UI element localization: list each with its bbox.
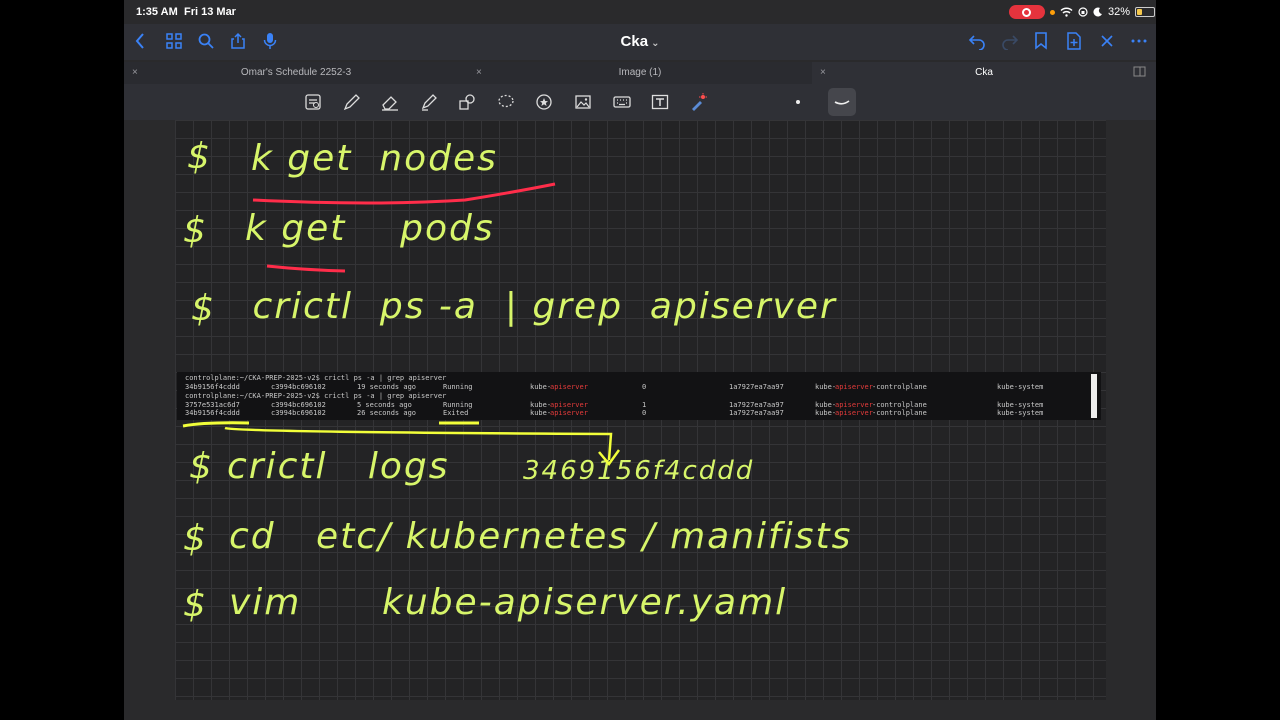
moon-icon [1093,7,1102,17]
tab-label: Cka [975,67,993,78]
dot-size-icon[interactable] [786,91,810,113]
tab-label: Omar's Schedule 2252-3 [240,67,352,78]
terminal-scrollbar [1091,374,1097,418]
keyboard-icon[interactable] [610,91,634,113]
red-underline-nodes [252,182,556,205]
status-bar: 1:35 AM Fri 13 Mar 32% [0,0,1280,24]
handwriting-line-3: crictl ps -a | grep apiserver [239,286,837,327]
handwriting-line-1-prompt: $ [187,136,212,177]
battery-icon [1135,7,1155,17]
navigation-bar: Cka ⌄ [124,24,1156,60]
bookmark-icon[interactable] [1034,32,1048,55]
stroke-style-icon[interactable] [830,91,854,113]
tab-omars-schedule[interactable]: × Omar's Schedule 2252-3 [124,62,468,84]
eraser-icon[interactable] [378,91,402,113]
tab-image-1[interactable]: × Image (1) [468,62,812,84]
sticker-icon[interactable] [532,91,556,113]
handwriting-line-5-prompt: $ [183,518,208,559]
status-time: 1:35 AM [136,6,178,18]
note-page[interactable]: $ k get nodes $ k get pods $ crictl ps -… [175,120,1106,700]
document-title-text: Cka [620,33,649,50]
lasso-icon[interactable] [494,91,518,113]
mic-indicator-icon [1049,9,1055,15]
chevron-down-icon: ⌄ [651,38,660,49]
text-box-icon[interactable] [648,91,672,113]
handwriting-line-4-prompt: $ [189,446,214,487]
redo-icon[interactable] [1001,32,1019,55]
handwriting-line-5: cd etc/ kubernetes / manifists [229,516,853,557]
yellow-underline-id [182,421,250,428]
close-icon[interactable] [1100,32,1114,55]
terminal-row: 34b9156f4cddd c3994bc696102 26 seconds a… [185,409,1044,417]
undo-icon[interactable] [968,32,986,55]
red-underline-get [266,264,346,273]
handwriting-container-id: 3469156f4cddd [523,456,755,486]
image-icon[interactable] [571,91,595,113]
add-page-icon[interactable] [1066,32,1082,55]
terminal-command-1: controlplane:~/CKA-PREP-2025-v2$ crictl … [185,374,447,382]
battery-percent: 32% [1107,6,1130,18]
handwriting-line-6-prompt: $ [183,584,208,625]
note-canvas[interactable]: $ k get nodes $ k get pods $ crictl ps -… [124,120,1156,720]
highlighter-icon[interactable] [417,91,441,113]
shapes-icon[interactable] [455,91,479,113]
handwriting-line-6: vim kube-apiserver.yaml [229,582,788,623]
scan-text-icon[interactable] [301,91,325,113]
split-view-icon[interactable] [1133,66,1146,80]
status-date: Fri 13 Mar [184,6,236,18]
terminal-row: 34b9156f4cddd c3994bc696102 19 seconds a… [185,383,1044,391]
handwriting-line-2-prompt: $ [183,210,208,251]
terminal-screenshot: controlplane:~/CKA-PREP-2025-v2$ crictl … [177,372,1101,420]
wifi-icon [1060,7,1073,17]
drawing-toolbar [124,84,1156,120]
screen-recording-icon[interactable] [1008,5,1045,19]
laser-pointer-icon[interactable] [686,91,710,113]
tab-cka[interactable]: × Cka [812,62,1156,84]
orientation-lock-icon [1078,7,1088,17]
tab-label: Image (1) [618,67,662,78]
app-screen: Cka ⌄ × Omar's Schedule 2252-3 × Image (1… [124,0,1156,720]
handwriting-line-1: k get nodes [251,138,498,179]
handwriting-line-3-prompt: $ [191,288,216,329]
terminal-command-2: controlplane:~/CKA-PREP-2025-v2$ crictl … [185,392,447,400]
handwriting-line-4: crictl logs [227,446,450,487]
more-icon[interactable] [1131,32,1147,55]
status-indicators: 32% [1008,5,1155,19]
handwriting-line-2: k get pods [245,208,495,249]
tab-bar: × Omar's Schedule 2252-3 × Image (1) × C… [124,62,1156,84]
pen-icon[interactable] [340,91,364,113]
